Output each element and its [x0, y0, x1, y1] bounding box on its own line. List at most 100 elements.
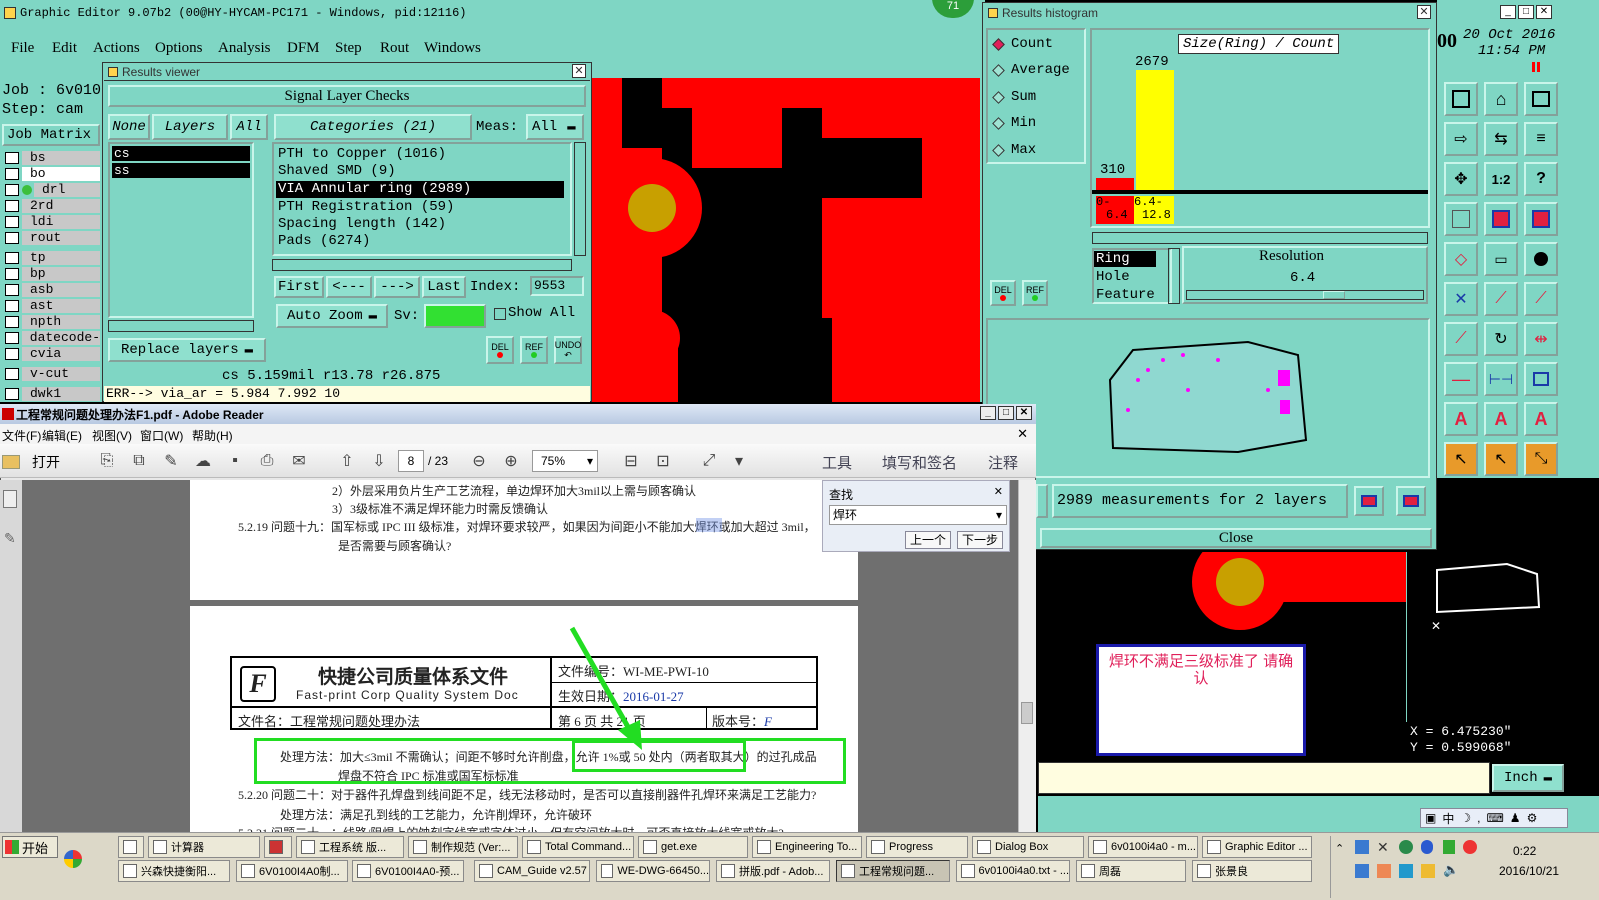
- taskbar-item[interactable]: CAM_Guide v2.57: [474, 860, 590, 882]
- tray-security-icon[interactable]: [1463, 840, 1477, 854]
- rh-zoom-button[interactable]: [1036, 484, 1048, 518]
- layer-row[interactable]: bo: [0, 166, 100, 182]
- taskbar-item[interactable]: 周磊: [1076, 860, 1186, 882]
- tray-close-icon[interactable]: ✕: [1377, 839, 1389, 856]
- prev-button[interactable]: <---: [326, 276, 372, 298]
- pcb-canvas[interactable]: [592, 78, 980, 402]
- type-scrollbar[interactable]: [1168, 248, 1180, 304]
- histogram-bar-1[interactable]: [1096, 178, 1134, 190]
- quicklaunch-icon[interactable]: [64, 850, 82, 868]
- layer-checkbox[interactable]: [5, 332, 19, 344]
- find-input[interactable]: 焊环 ▾: [829, 505, 1007, 525]
- show-all-checkbox[interactable]: [494, 308, 506, 320]
- taskbar-item[interactable]: 6v0100i4a0 - m...: [1088, 836, 1198, 858]
- start-button[interactable]: 开始: [2, 836, 58, 858]
- layer-checkbox[interactable]: [5, 252, 19, 264]
- attachment-icon[interactable]: ✎: [4, 530, 16, 547]
- select-icon[interactable]: ⤡: [1524, 442, 1558, 476]
- layer-checkbox[interactable]: [5, 348, 19, 360]
- layers-icon[interactable]: ≡: [1524, 122, 1558, 156]
- layer-checkbox[interactable]: [5, 300, 19, 312]
- pdf-menu-help[interactable]: 帮助(H): [192, 427, 233, 444]
- email-icon[interactable]: ✉: [286, 449, 312, 473]
- pointer-icon[interactable]: ↖: [1444, 442, 1478, 476]
- taskbar-icon[interactable]: [118, 836, 144, 858]
- taskbar-item[interactable]: WE-DWG-66450...: [596, 860, 710, 882]
- layer-row[interactable]: bp: [0, 266, 100, 282]
- export-icon[interactable]: ⇨: [1444, 122, 1478, 156]
- find-prev-button[interactable]: 上一个: [905, 531, 951, 549]
- menu-analysis[interactable]: Analysis: [218, 40, 271, 57]
- category-item[interactable]: Shaved SMD (9): [276, 163, 396, 180]
- pdf-menu-edit[interactable]: 编辑(E): [42, 427, 82, 444]
- taskbar-item-active[interactable]: 工程常规问题...: [836, 860, 950, 882]
- job-matrix-button[interactable]: Job Matrix: [2, 124, 100, 146]
- grid-icon[interactable]: [1444, 202, 1478, 236]
- bin-1-label[interactable]: 0- 6.4: [1096, 196, 1134, 224]
- swap-icon[interactable]: ⇆: [1484, 122, 1518, 156]
- edit-icon[interactable]: ✎: [158, 449, 184, 473]
- menu-dfm[interactable]: DFM: [287, 40, 320, 57]
- pdf-scrollbar[interactable]: [1018, 480, 1036, 832]
- category-item[interactable]: PTH to Copper (1016): [276, 146, 446, 163]
- mode-sum[interactable]: Sum: [992, 89, 1036, 105]
- fullscreen-icon[interactable]: ⤢: [696, 449, 722, 473]
- pad-icon[interactable]: [1524, 242, 1558, 276]
- menu-options[interactable]: Options: [155, 40, 203, 57]
- taskbar-item[interactable]: Dialog Box: [972, 836, 1084, 858]
- toolbar-more-icon[interactable]: ▾: [726, 449, 752, 473]
- taskbar-item[interactable]: 计算器: [148, 836, 260, 858]
- taskbar-item[interactable]: Engineering To...: [752, 836, 862, 858]
- tray-time[interactable]: 0:22: [1513, 844, 1536, 858]
- layer-checkbox[interactable]: [5, 368, 19, 380]
- pages-panel-icon[interactable]: [3, 490, 17, 508]
- save-icon[interactable]: ▪: [222, 449, 248, 473]
- last-button[interactable]: Last: [422, 276, 466, 298]
- tools-tab[interactable]: 工具: [822, 452, 852, 473]
- page-number-input[interactable]: 8: [398, 450, 424, 472]
- layer-checkbox[interactable]: [5, 184, 19, 196]
- tray-app-icon[interactable]: [1399, 864, 1413, 878]
- tray-bluetooth-icon[interactable]: [1421, 840, 1433, 854]
- layer-checkbox[interactable]: [5, 200, 19, 212]
- pdf-menu-window[interactable]: 窗口(W): [140, 427, 183, 444]
- histogram-bar-2[interactable]: [1136, 70, 1174, 190]
- type-ring[interactable]: Ring: [1094, 251, 1156, 267]
- taskbar-item[interactable]: 6V0100I4A0-预...: [352, 860, 464, 882]
- help-icon[interactable]: ?: [1524, 162, 1558, 196]
- rh-close-button[interactable]: ✕: [1417, 5, 1431, 19]
- prev-page-icon[interactable]: ⇧: [334, 449, 360, 473]
- next-button[interactable]: --->: [374, 276, 420, 298]
- find-next-button[interactable]: 下一步: [957, 531, 1003, 549]
- input-method-bar[interactable]: ▣ 中 ☽, ⌨ ♟ ⚙: [1420, 808, 1568, 828]
- menu-step[interactable]: Step: [335, 40, 362, 57]
- menu-actions[interactable]: Actions: [93, 40, 140, 57]
- menu-edit[interactable]: Edit: [52, 40, 77, 57]
- category-hscrollbar[interactable]: [272, 259, 572, 271]
- zoom-in-icon[interactable]: ⊕: [498, 449, 524, 473]
- pdf-menu-file[interactable]: 文件(F): [2, 427, 41, 444]
- tray-shield-icon[interactable]: [1443, 840, 1455, 854]
- mirror-icon[interactable]: ⇹: [1524, 322, 1558, 356]
- minimap[interactable]: ✕: [1406, 552, 1568, 722]
- layer-row[interactable]: v-cut: [0, 366, 100, 382]
- layer-row[interactable]: ldi: [0, 214, 100, 230]
- taskbar-item[interactable]: Total Command...: [522, 836, 634, 858]
- tray-app-icon[interactable]: [1399, 840, 1413, 854]
- taskbar-icon[interactable]: [264, 836, 292, 858]
- rv-layer-item[interactable]: ss: [112, 163, 250, 178]
- meas-dropdown[interactable]: All ▬: [526, 114, 584, 140]
- layer-checkbox[interactable]: [5, 316, 19, 328]
- layer-row[interactable]: npth: [0, 314, 100, 330]
- replace-layers-dropdown[interactable]: Replace layers ▬: [108, 338, 266, 362]
- layer-row[interactable]: tp: [0, 250, 100, 266]
- layer-checkbox[interactable]: [5, 216, 19, 228]
- mode-average[interactable]: Average: [992, 62, 1070, 78]
- category-scrollbar[interactable]: [574, 142, 586, 256]
- minimize-icon[interactable]: _: [980, 406, 996, 420]
- open-button[interactable]: 打开: [2, 452, 60, 472]
- rh-print-button[interactable]: [1396, 486, 1426, 516]
- layers-all-button[interactable]: All: [230, 114, 268, 140]
- layer-checkbox[interactable]: [5, 284, 19, 296]
- combine-icon[interactable]: ⧉: [126, 449, 152, 473]
